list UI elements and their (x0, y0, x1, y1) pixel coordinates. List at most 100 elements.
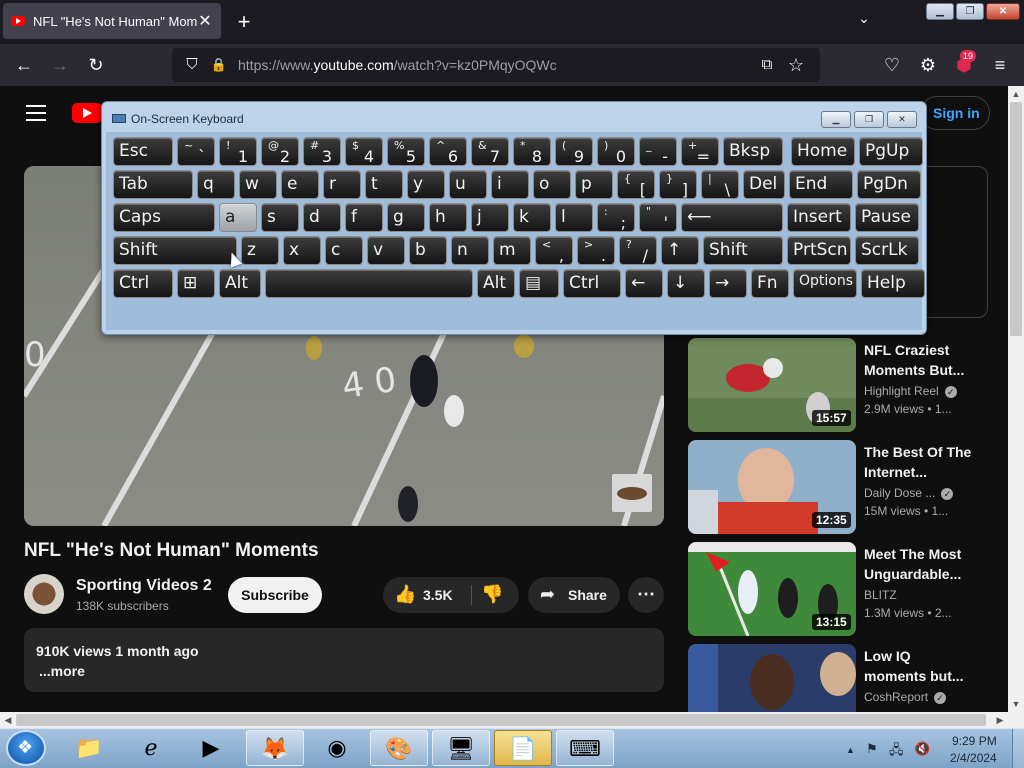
osk-title-bar[interactable]: On-Screen Keyboard ▁ ❐ ✕ (102, 102, 926, 132)
recommendation-channel[interactable]: Daily Dose ... ✓ (864, 486, 954, 500)
osk-key-5[interactable]: % 5 (387, 137, 425, 166)
extensions-icon[interactable]: ⚙ (917, 54, 939, 76)
lock-icon[interactable]: 🔒 (208, 54, 230, 76)
osk-key-b[interactable]: b (409, 236, 447, 265)
action-center-flag-icon[interactable]: ⚑ (866, 741, 878, 757)
osk-key-space[interactable] (265, 269, 473, 298)
osk-key-o[interactable]: o (533, 170, 571, 199)
osk-key-0[interactable]: ) 0 (597, 137, 635, 166)
on-screen-keyboard-window[interactable]: On-Screen Keyboard ▁ ❐ ✕ Esc ~ `! 1 @2 #3 $4% 5… (101, 101, 927, 335)
channel-name[interactable]: Sporting Videos 2 (76, 577, 212, 595)
start-button[interactable] (6, 730, 46, 766)
osk-key-prtscn[interactable]: PrtScn (787, 236, 851, 265)
taskbar-explorer-button[interactable]: 📁 (60, 730, 118, 766)
taskbar-on-screen-keyboard-button[interactable]: ⌨ (556, 730, 614, 766)
osk-key-caps[interactable]: Caps (113, 203, 215, 232)
show-more-link[interactable]: ...more (39, 663, 85, 679)
youtube-logo-icon[interactable] (72, 103, 102, 123)
recommendation-item[interactable]: 12:35 The Best Of The Internet... Daily … (688, 440, 1008, 536)
osk-key-bksp[interactable]: Bksp (723, 137, 783, 166)
osk-key-symbol-0-1[interactable]: ~ ` (177, 137, 215, 166)
osk-key-7[interactable]: & 7 (471, 137, 509, 166)
osk-key-i[interactable]: i (491, 170, 529, 199)
recommendation-channel[interactable]: Highlight Reel ✓ (864, 384, 957, 398)
recommendation-thumbnail[interactable]: 12:35 (688, 440, 856, 534)
subscribe-button[interactable]: Subscribe (228, 577, 322, 613)
osk-key-z[interactable]: z (241, 236, 279, 265)
scroll-left-icon[interactable]: ◀ (0, 712, 16, 728)
osk-key-x[interactable]: x (283, 236, 321, 265)
taskbar-firefox-button[interactable]: 🦊 (246, 730, 304, 766)
window-maximize-button[interactable]: ❐ (956, 3, 984, 20)
recommendation-channel[interactable]: CoshReport ✓ (864, 690, 947, 704)
guide-menu-icon[interactable] (26, 105, 46, 121)
osk-key-e[interactable]: e (281, 170, 319, 199)
osk-key-symbol-4-1[interactable]: ⊞ (177, 269, 215, 298)
clock-date[interactable]: 2/4/2024 (950, 751, 997, 765)
osk-key-symbol-3-9[interactable]: >. (577, 236, 615, 265)
osk-key-home[interactable]: Home (791, 137, 855, 166)
recommendation-title[interactable]: The Best Of The Internet... (864, 442, 974, 482)
osk-key-9[interactable]: (9 (555, 137, 593, 166)
osk-key-shift[interactable]: Shift (113, 236, 237, 265)
osk-key-symbol-4-8[interactable]: ↓ (667, 269, 705, 298)
osk-key-symbol-0-13[interactable]: + = (681, 137, 719, 166)
taskbar-paint-button[interactable]: 🎨 (370, 730, 428, 766)
channel-watermark[interactable] (612, 474, 652, 512)
osk-key-fn[interactable]: Fn (751, 269, 789, 298)
osk-key-6[interactable]: ^ 6 (429, 137, 467, 166)
osk-key-p[interactable]: p (575, 170, 613, 199)
osk-key-del[interactable]: Del (743, 170, 785, 199)
osk-key-pgup[interactable]: PgUp (859, 137, 923, 166)
osk-key-h[interactable]: h (429, 203, 467, 232)
osk-key-n[interactable]: n (451, 236, 489, 265)
osk-key-symbol-3-10[interactable]: ? / (619, 236, 657, 265)
window-close-button[interactable]: ✕ (986, 3, 1020, 20)
osk-key-8[interactable]: * 8 (513, 137, 551, 166)
osk-key-symbol-3-11[interactable]: ↑ (661, 236, 699, 265)
osk-key-esc[interactable]: Esc (113, 137, 173, 166)
osk-key-j[interactable]: j (471, 203, 509, 232)
tracking-shield-icon[interactable]: ⛉ (181, 54, 203, 76)
osk-key-m[interactable]: m (493, 236, 531, 265)
osk-key-s[interactable]: s (261, 203, 299, 232)
osk-key-symbol-4-7[interactable]: ← (625, 269, 663, 298)
reload-icon[interactable]: ↻ (85, 54, 107, 76)
clock-time[interactable]: 9:29 PM (952, 734, 997, 748)
show-desktop-button[interactable] (1012, 729, 1024, 768)
osk-key-symbol-1-12[interactable]: }] (659, 170, 697, 199)
osk-key-l[interactable]: l (555, 203, 593, 232)
recommendation-title[interactable]: NFL Craziest Moments But... (864, 340, 974, 380)
picture-in-picture-icon[interactable]: ⧉ (756, 54, 778, 76)
window-minimize-button[interactable]: ▁ (926, 3, 954, 20)
vertical-scrollbar[interactable]: ▲ ▼ (1008, 86, 1024, 712)
osk-key-t[interactable]: t (365, 170, 403, 199)
recommendation-thumbnail[interactable]: 13:15 (688, 542, 856, 636)
channel-avatar[interactable] (24, 574, 64, 614)
osk-key-d[interactable]: d (303, 203, 341, 232)
tray-chevron-icon[interactable]: ▲ (846, 745, 855, 755)
description-box[interactable] (24, 628, 664, 692)
taskbar-app-green-button[interactable]: ◉ (308, 730, 366, 766)
recommendation-title[interactable]: Low IQ moments but... (864, 646, 974, 686)
osk-key-symbol-0-12[interactable]: _ - (639, 137, 677, 166)
osk-key-c[interactable]: c (325, 236, 363, 265)
horizontal-scrollbar[interactable]: ◀ ▶ (0, 712, 1008, 728)
horizontal-scroll-thumb[interactable] (16, 714, 986, 726)
osk-key-symbol-1-13[interactable]: | \ (701, 170, 739, 199)
app-menu-icon[interactable]: ≡ (989, 54, 1011, 76)
network-icon[interactable]: 🖧 (889, 741, 904, 763)
osk-key-insert[interactable]: Insert (787, 203, 851, 232)
scroll-right-icon[interactable]: ▶ (992, 712, 1008, 728)
browser-tab-active[interactable]: NFL "He's Not Human" Moments ✕ (3, 3, 221, 39)
back-arrow-icon[interactable]: ← (13, 54, 35, 76)
osk-key-symbol-4-9[interactable]: → (709, 269, 747, 298)
vertical-scroll-thumb[interactable] (1010, 102, 1022, 336)
osk-key-y[interactable]: y (407, 170, 445, 199)
recommendation-thumbnail[interactable] (688, 644, 856, 712)
osk-maximize-button[interactable]: ❐ (854, 111, 884, 128)
osk-key-scrlk[interactable]: ScrLk (855, 236, 919, 265)
osk-key-pause[interactable]: Pause (855, 203, 919, 232)
new-tab-button[interactable]: + (232, 8, 256, 36)
osk-key-alt[interactable]: Alt (219, 269, 261, 298)
